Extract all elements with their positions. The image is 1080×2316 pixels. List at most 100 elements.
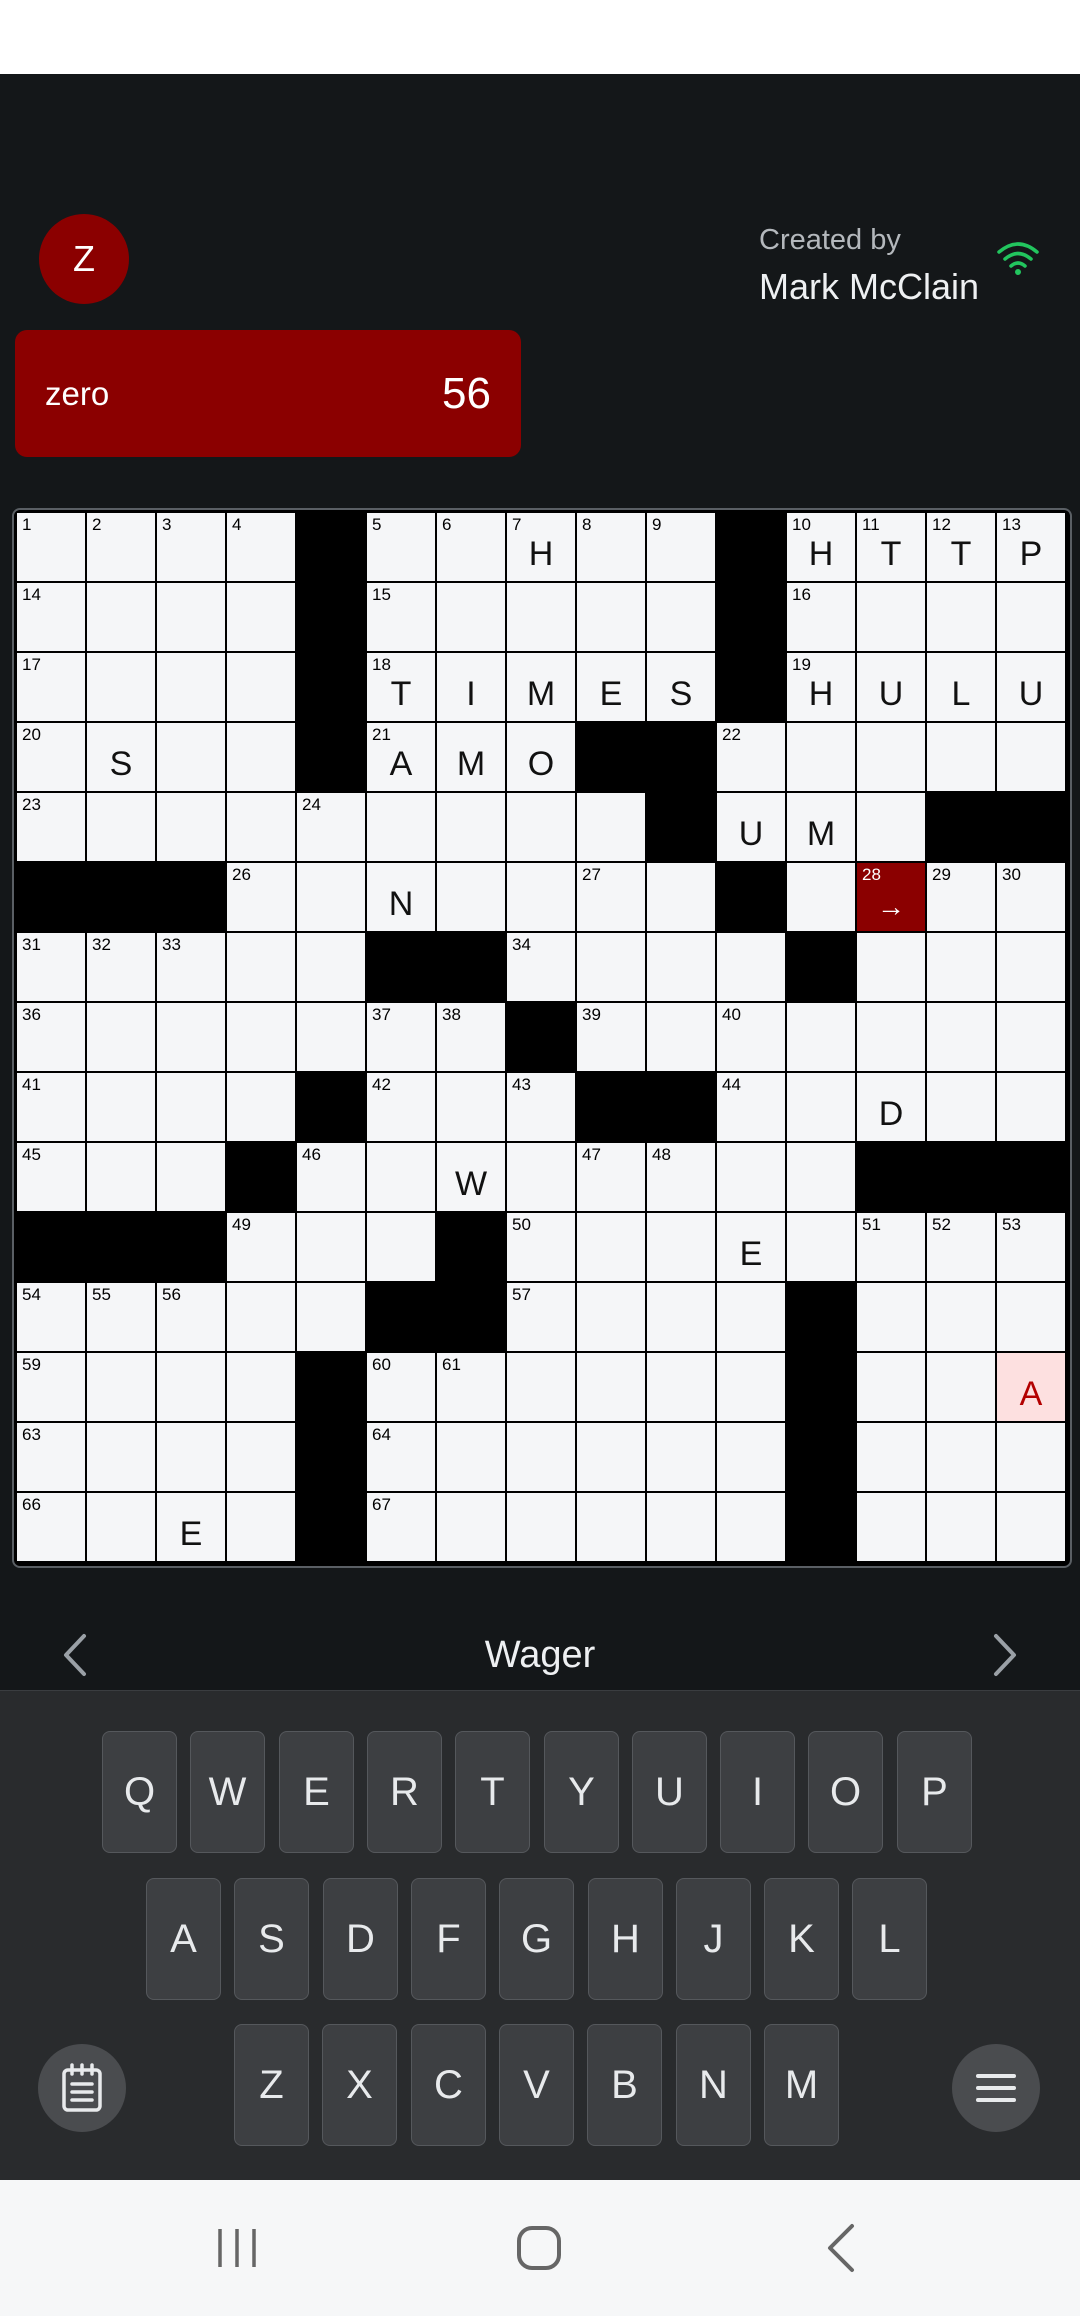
grid-cell[interactable] <box>857 933 925 1001</box>
grid-cell[interactable] <box>787 1143 855 1211</box>
grid-cell[interactable]: E <box>577 653 645 721</box>
grid-cell[interactable]: 26 <box>227 863 295 931</box>
grid-cell[interactable]: D <box>857 1073 925 1141</box>
grid-cell[interactable] <box>87 1143 155 1211</box>
grid-cell[interactable] <box>367 1213 435 1281</box>
grid-cell[interactable]: 24 <box>297 793 365 861</box>
grid-cell[interactable]: N <box>367 863 435 931</box>
grid-cell[interactable] <box>577 1423 645 1491</box>
grid-cell[interactable] <box>577 1353 645 1421</box>
grid-cell[interactable]: E <box>717 1213 785 1281</box>
grid-cell[interactable] <box>997 583 1065 651</box>
grid-cell[interactable] <box>717 1423 785 1491</box>
grid-cell[interactable] <box>717 1353 785 1421</box>
grid-cell[interactable]: 16 <box>787 583 855 651</box>
grid-cell[interactable]: 44 <box>717 1073 785 1141</box>
grid-cell[interactable]: 11 T <box>857 513 925 581</box>
grid-cell[interactable]: 13 P <box>997 513 1065 581</box>
grid-cell[interactable]: 32 <box>87 933 155 1001</box>
grid-cell[interactable] <box>997 1283 1065 1351</box>
grid-cell[interactable]: M <box>787 793 855 861</box>
grid-cell[interactable]: 39 <box>577 1003 645 1071</box>
grid-cell[interactable] <box>87 583 155 651</box>
grid-cell[interactable]: 50 <box>507 1213 575 1281</box>
grid-cell[interactable] <box>717 933 785 1001</box>
grid-cell[interactable] <box>717 1143 785 1211</box>
grid-cell[interactable] <box>857 1283 925 1351</box>
menu-button[interactable] <box>952 2044 1040 2132</box>
grid-cell[interactable]: 63 <box>17 1423 85 1491</box>
grid-cell[interactable]: 40 <box>717 1003 785 1071</box>
grid-cell[interactable]: 36 <box>17 1003 85 1071</box>
grid-cell[interactable]: 29 <box>927 863 995 931</box>
grid-cell[interactable] <box>227 1493 295 1561</box>
grid-cell[interactable] <box>997 933 1065 1001</box>
grid-cell[interactable] <box>367 1143 435 1211</box>
grid-cell[interactable] <box>87 653 155 721</box>
grid-cell[interactable] <box>297 1283 365 1351</box>
key-r[interactable]: R <box>367 1731 442 1853</box>
grid-cell[interactable]: 60 <box>367 1353 435 1421</box>
grid-cell[interactable] <box>647 863 715 931</box>
grid-cell[interactable]: 47 <box>577 1143 645 1211</box>
key-i[interactable]: I <box>720 1731 795 1853</box>
grid-cell[interactable] <box>927 933 995 1001</box>
grid-cell[interactable] <box>927 1493 995 1561</box>
grid-cell[interactable] <box>927 1003 995 1071</box>
key-e[interactable]: E <box>279 1731 354 1853</box>
grid-cell[interactable]: 48 <box>647 1143 715 1211</box>
grid-cell[interactable] <box>437 583 505 651</box>
grid-cell[interactable]: 12 T <box>927 513 995 581</box>
grid-cell[interactable]: 22 <box>717 723 785 791</box>
grid-cell[interactable] <box>297 933 365 1001</box>
grid-cell[interactable] <box>227 1283 295 1351</box>
grid-cell[interactable]: L <box>927 653 995 721</box>
grid-cell[interactable] <box>157 1353 225 1421</box>
grid-cell[interactable] <box>227 933 295 1001</box>
grid-cell[interactable]: 20 <box>17 723 85 791</box>
grid-cell[interactable] <box>87 1353 155 1421</box>
grid-cell[interactable] <box>857 1003 925 1071</box>
key-p[interactable]: P <box>897 1731 972 1853</box>
grid-cell[interactable] <box>437 1073 505 1141</box>
grid-cell[interactable] <box>857 793 925 861</box>
notepad-button[interactable] <box>38 2044 126 2132</box>
grid-cell[interactable]: 14 <box>17 583 85 651</box>
grid-cell[interactable]: 30 <box>997 863 1065 931</box>
grid-cell[interactable] <box>227 1073 295 1141</box>
grid-cell[interactable] <box>87 793 155 861</box>
grid-cell[interactable]: O <box>507 723 575 791</box>
grid-cell[interactable] <box>577 793 645 861</box>
grid-cell[interactable] <box>157 583 225 651</box>
key-d[interactable]: D <box>323 1878 398 2000</box>
grid-cell[interactable]: 17 <box>17 653 85 721</box>
grid-cell[interactable]: 59 <box>17 1353 85 1421</box>
grid-cell[interactable]: 54 <box>17 1283 85 1351</box>
grid-cell[interactable]: 56 <box>157 1283 225 1351</box>
grid-cell[interactable] <box>787 1003 855 1071</box>
key-n[interactable]: N <box>676 2024 751 2146</box>
grid-cell[interactable]: 66 <box>17 1493 85 1561</box>
key-s[interactable]: S <box>234 1878 309 2000</box>
grid-cell[interactable] <box>577 583 645 651</box>
grid-cell[interactable] <box>507 583 575 651</box>
grid-cell[interactable] <box>297 863 365 931</box>
grid-cell[interactable] <box>577 1493 645 1561</box>
grid-cell[interactable] <box>857 583 925 651</box>
grid-cell[interactable] <box>507 1353 575 1421</box>
grid-cell[interactable]: 18 T <box>367 653 435 721</box>
current-clue[interactable]: Wager <box>0 1630 1080 1680</box>
grid-cell[interactable]: M <box>437 723 505 791</box>
grid-cell[interactable] <box>647 1283 715 1351</box>
grid-cell[interactable] <box>157 723 225 791</box>
back-button[interactable] <box>802 2210 882 2286</box>
home-button[interactable] <box>499 2210 579 2286</box>
grid-cell[interactable] <box>157 1143 225 1211</box>
grid-cell[interactable] <box>87 1423 155 1491</box>
key-z[interactable]: Z <box>234 2024 309 2146</box>
grid-cell[interactable] <box>227 1003 295 1071</box>
grid-cell[interactable] <box>997 723 1065 791</box>
grid-cell[interactable] <box>157 793 225 861</box>
key-w[interactable]: W <box>190 1731 265 1853</box>
grid-cell[interactable] <box>857 723 925 791</box>
